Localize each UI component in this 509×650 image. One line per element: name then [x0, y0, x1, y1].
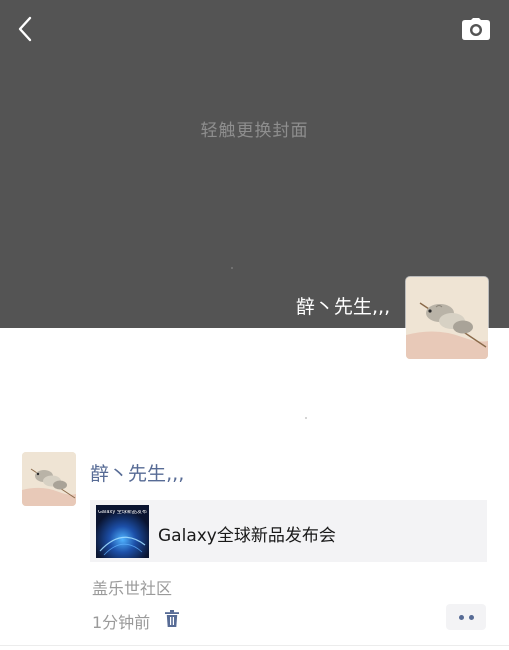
link-title: Galaxy全球新品发布会 [158, 526, 336, 546]
profile-name[interactable]: 辪丶先生‚‚‚ [296, 292, 390, 319]
link-thumbnail: Galaxy 全球新品发布会 [96, 505, 149, 558]
more-actions-button[interactable] [446, 604, 486, 630]
chevron-left-icon [18, 16, 32, 42]
post-location[interactable]: 盖乐世社区 [92, 575, 172, 599]
more-dots-icon [468, 614, 474, 620]
thumbnail-caption: Galaxy 全球新品发布会 [98, 510, 147, 515]
post-timestamp: 1分钟前 [92, 613, 151, 632]
more-dots-icon [458, 614, 464, 620]
camera-icon [462, 18, 490, 40]
hamster-avatar-image [22, 452, 76, 506]
post-author-avatar[interactable] [22, 452, 76, 506]
delete-post-button[interactable] [162, 607, 182, 629]
camera-button[interactable] [461, 14, 491, 44]
hamster-avatar-image [406, 277, 488, 359]
cover-speck [231, 267, 233, 269]
profile-avatar[interactable] [406, 277, 488, 359]
back-button[interactable] [10, 12, 40, 46]
post-author-name[interactable]: 辪丶先生‚‚‚ [90, 459, 184, 486]
change-cover-hint[interactable]: 轻触更换封面 [0, 116, 509, 141]
post-divider [0, 645, 509, 646]
trash-icon [165, 609, 179, 627]
page-speck [305, 417, 307, 419]
shared-link-card[interactable]: Galaxy 全球新品发布会 Galaxy全球新品发布会 [90, 500, 487, 562]
